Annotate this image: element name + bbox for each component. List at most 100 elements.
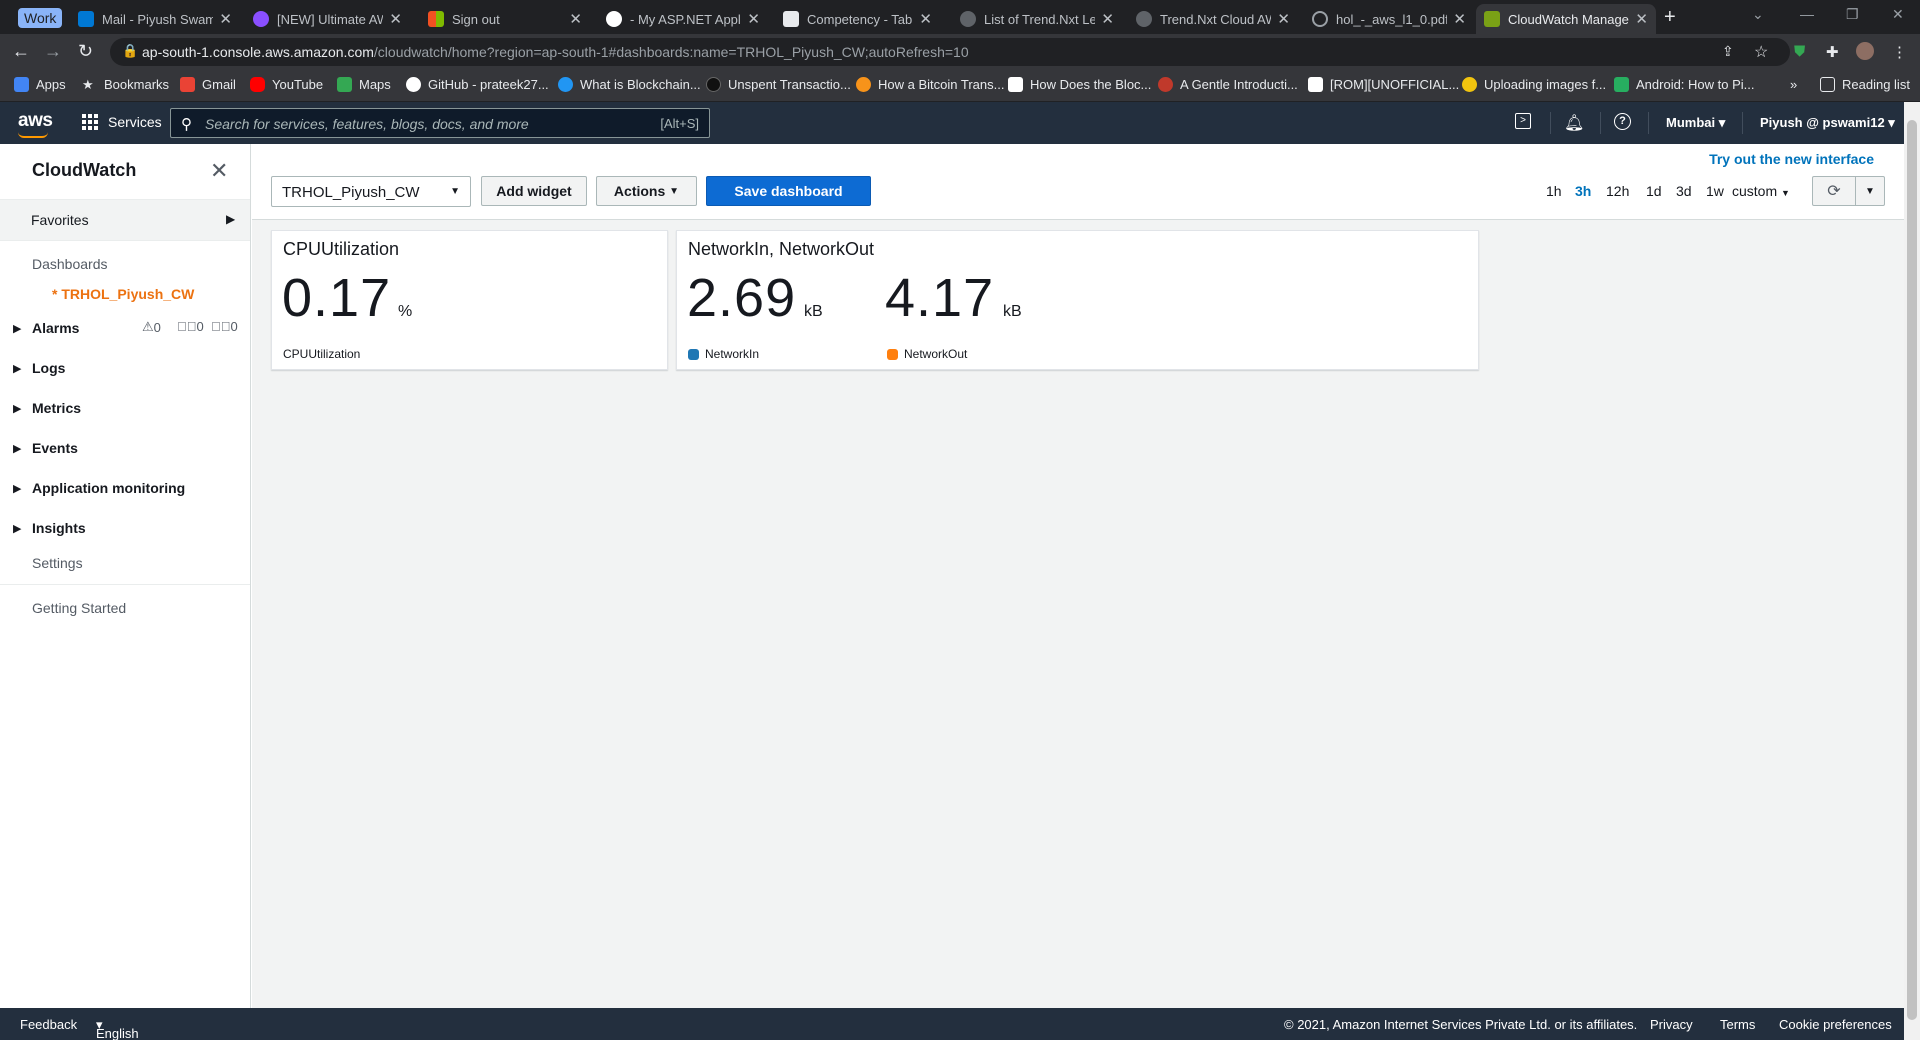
language-selector[interactable]: English (US) ▾: [96, 1017, 139, 1040]
sidebar-item-metrics[interactable]: Metrics: [32, 400, 81, 416]
browser-tab[interactable]: Trend.Nxt Cloud AWS✕: [1128, 4, 1298, 34]
account-menu[interactable]: Piyush @ pswami12 ▾: [1760, 115, 1895, 131]
close-tab-icon[interactable]: ✕: [219, 10, 232, 28]
terms-link[interactable]: Terms: [1720, 1017, 1755, 1032]
new-tab-icon[interactable]: +: [1664, 6, 1676, 29]
close-window-icon[interactable]: ✕: [1892, 6, 1904, 23]
bookmark-item[interactable]: Android: How to Pi...: [1614, 77, 1755, 92]
privacy-link[interactable]: Privacy: [1650, 1017, 1693, 1032]
share-icon[interactable]: ⇪: [1722, 43, 1734, 60]
range-3d[interactable]: 3d: [1676, 183, 1692, 199]
feedback-link[interactable]: Feedback: [20, 1017, 77, 1032]
bookmark-item[interactable]: YouTube: [250, 77, 323, 92]
reload-icon[interactable]: ↻: [78, 41, 93, 62]
range-1w[interactable]: 1w: [1706, 183, 1724, 199]
close-tab-icon[interactable]: ✕: [389, 10, 402, 28]
sidebar-item-insights[interactable]: Insights: [32, 520, 86, 536]
bookmark-item[interactable]: Maps: [337, 77, 391, 92]
browser-tab[interactable]: List of Trend.Nxt Lear✕: [952, 4, 1122, 34]
notifications-bell-icon[interactable]: 🔔︎: [1564, 113, 1584, 133]
bookmark-item[interactable]: Uploading images f...: [1462, 77, 1606, 92]
sidebar-item-active-dashboard[interactable]: * TRHOL_Piyush_CW: [52, 286, 194, 302]
maximize-icon[interactable]: ❐: [1846, 6, 1859, 23]
sidebar-item-getting-started[interactable]: Getting Started: [32, 600, 126, 616]
bookmark-item[interactable]: Unspent Transactio...: [706, 77, 851, 92]
close-tab-icon[interactable]: ✕: [919, 10, 932, 28]
bookmark-item[interactable]: GitHub - prateek27...: [406, 77, 549, 92]
range-12h[interactable]: 12h: [1606, 183, 1629, 199]
browser-menu-icon[interactable]: ⋮: [1892, 43, 1907, 61]
profile-avatar[interactable]: [1856, 42, 1874, 60]
close-tab-icon[interactable]: ✕: [1453, 10, 1466, 28]
scrollbar-thumb[interactable]: [1907, 120, 1917, 1020]
range-custom[interactable]: custom ▼: [1732, 183, 1790, 199]
dashboard-select[interactable]: TRHOL_Piyush_CW ▼: [271, 176, 471, 207]
favorites-row[interactable]: Favorites ▶: [0, 199, 250, 241]
bookmark-item[interactable]: A Gentle Introducti...: [1158, 77, 1298, 92]
sidebar-item-dashboards[interactable]: Dashboards: [32, 256, 108, 272]
extensions-puzzle-icon[interactable]: ✚: [1826, 43, 1839, 61]
extension-shield-icon[interactable]: ⛊: [1794, 43, 1805, 60]
range-1d[interactable]: 1d: [1646, 183, 1662, 199]
close-tab-icon[interactable]: ✕: [747, 10, 760, 28]
tab-search-icon[interactable]: ⌄: [1752, 6, 1764, 23]
reading-list[interactable]: Reading list: [1820, 77, 1910, 92]
browser-tab[interactable]: [NEW] Ultimate AWS✕: [245, 4, 410, 34]
services-menu[interactable]: Services: [82, 114, 162, 130]
browser-tab[interactable]: hol_-_aws_l1_0.pdf ✕: [1304, 4, 1474, 34]
refresh-options-dropdown[interactable]: ▼: [1855, 176, 1885, 206]
browser-tab[interactable]: Competency - Table o✕: [775, 4, 940, 34]
browser-tab[interactable]: - My ASP.NET Applic ✕: [598, 4, 768, 34]
insufficient-count[interactable]: ⋯⃝ 0: [211, 319, 238, 334]
caret-right-icon: ▶: [226, 212, 236, 226]
cloudshell-icon[interactable]: >: [1515, 113, 1531, 129]
refresh-button[interactable]: ⟳: [1812, 176, 1856, 206]
bookmark-star-icon[interactable]: ☆: [1754, 42, 1768, 62]
bookmark-item[interactable]: ★ Bookmarks: [82, 77, 169, 92]
region-selector[interactable]: Mumbai ▾: [1666, 115, 1725, 131]
close-tab-icon[interactable]: ✕: [569, 10, 582, 28]
alarm-count[interactable]: ⚠ 0: [142, 319, 161, 335]
close-tab-icon[interactable]: ✕: [1277, 10, 1290, 28]
sidebar-item-logs[interactable]: Logs: [32, 360, 65, 376]
network-widget[interactable]: NetworkIn, NetworkOut 2.69 kB 4.17 kB Ne…: [676, 230, 1479, 370]
bookmark-item[interactable]: How Does the Bloc...: [1008, 77, 1151, 92]
bookmark-item[interactable]: [ROM][UNOFFICIAL...: [1308, 77, 1459, 92]
aws-logo[interactable]: aws: [18, 110, 53, 132]
bookmark-item[interactable]: How a Bitcoin Trans...: [856, 77, 1004, 92]
page-scrollbar[interactable]: [1904, 102, 1920, 1040]
bookmarks-overflow-icon[interactable]: »: [1790, 77, 1797, 92]
cookie-preferences-link[interactable]: Cookie preferences: [1779, 1017, 1892, 1032]
save-dashboard-button[interactable]: Save dashboard: [706, 176, 871, 206]
browser-tab-active[interactable]: CloudWatch Manage ✕: [1476, 4, 1656, 34]
minimize-icon[interactable]: —: [1800, 6, 1814, 22]
try-new-interface-link[interactable]: Try out the new interface: [1709, 151, 1874, 167]
close-tab-icon[interactable]: ✕: [1635, 10, 1648, 28]
range-3h[interactable]: 3h: [1575, 183, 1591, 199]
help-icon[interactable]: ?: [1614, 113, 1631, 130]
bookmark-item[interactable]: Apps: [14, 77, 66, 92]
sidebar-item-alarms[interactable]: Alarms: [32, 320, 79, 336]
cpu-utilization-widget[interactable]: CPUUtilization 0.17 % CPUUtilization: [271, 230, 668, 370]
url-field[interactable]: 🔒 ap-south-1.console.aws.amazon.com/clou…: [110, 38, 1790, 66]
add-widget-button[interactable]: Add widget: [481, 176, 587, 206]
back-icon[interactable]: ←: [12, 41, 30, 62]
actions-button[interactable]: Actions ▼: [596, 176, 697, 206]
legend-item-networkout: NetworkOut: [887, 347, 967, 361]
profile-badge[interactable]: Work: [18, 8, 63, 28]
sidebar-item-events[interactable]: Events: [32, 440, 78, 456]
range-1h[interactable]: 1h: [1546, 183, 1562, 199]
forward-icon[interactable]: →: [44, 41, 62, 62]
browser-tab[interactable]: Mail - Piyush Swami - ✕: [70, 4, 240, 34]
address-bar: ← → ↻ 🔒 ap-south-1.console.aws.amazon.co…: [0, 34, 1920, 70]
browser-tab[interactable]: Sign out ✕: [420, 4, 590, 34]
search-input[interactable]: ⚲ Search for services, features, blogs, …: [170, 108, 710, 138]
bookmark-item[interactable]: What is Blockchain...: [558, 77, 701, 92]
microsoft-icon: [428, 11, 444, 27]
bookmark-item[interactable]: Gmail: [180, 77, 236, 92]
ok-count[interactable]: ✓⃝ 0: [177, 319, 204, 334]
close-sidebar-icon[interactable]: ✕: [210, 158, 228, 184]
close-tab-icon[interactable]: ✕: [1101, 10, 1114, 28]
sidebar-item-application-monitoring[interactable]: Application monitoring: [32, 480, 185, 496]
sidebar-item-settings[interactable]: Settings: [32, 555, 83, 571]
